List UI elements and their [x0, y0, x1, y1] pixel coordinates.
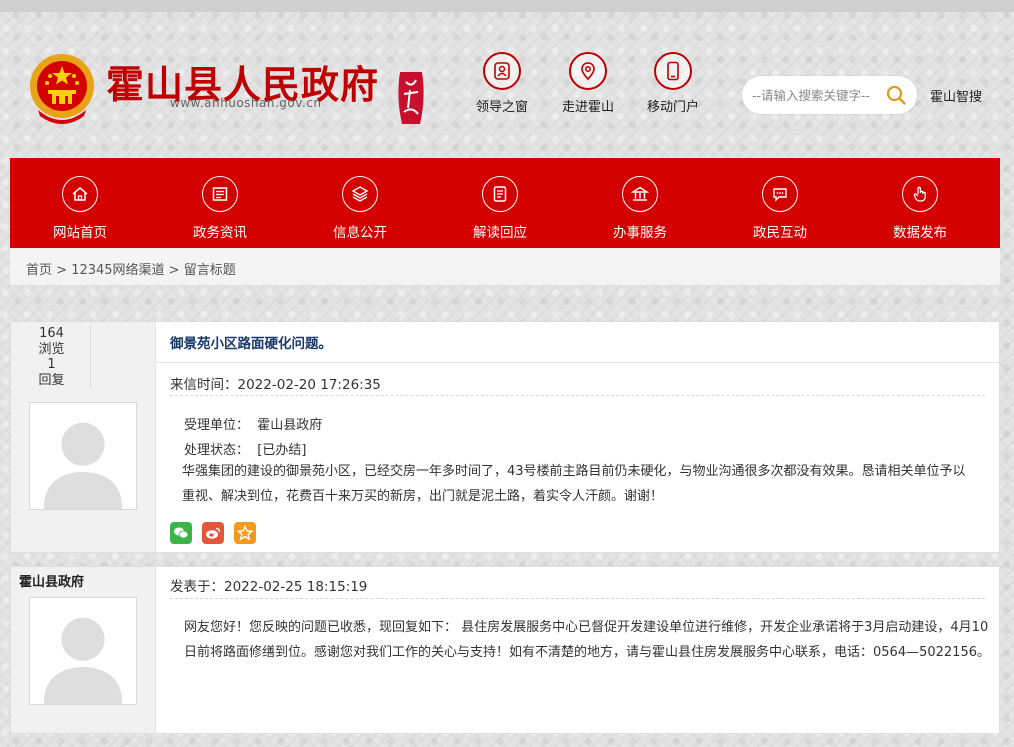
views-count: 164	[39, 326, 64, 341]
message-time: 来信时间：2022-02-20 17:26:35	[170, 377, 381, 393]
divider	[170, 598, 985, 599]
message-subject: 御景苑小区路面硬化问题。	[170, 336, 332, 352]
weibo-icon[interactable]	[202, 522, 224, 544]
message-sidebar: 164 浏览 1 回复	[11, 322, 156, 552]
search-box	[742, 76, 917, 114]
nav-services[interactable]: 办事服务	[590, 158, 690, 248]
reply-panel: 霍山县政府 发表于：2022-02-25 18:15:19 网友您好！您反映的问…	[10, 566, 1000, 734]
location-pin-icon	[569, 52, 607, 90]
top-strip	[0, 0, 1014, 12]
layers-icon	[342, 176, 378, 212]
share-bar	[170, 522, 256, 544]
breadcrumb-current[interactable]: 留言标题	[184, 263, 236, 278]
reply-time: 发表于：2022-02-25 18:15:19	[170, 579, 368, 595]
breadcrumb-channel[interactable]: 12345网络渠道	[71, 263, 164, 278]
replies-label: 回复	[38, 372, 65, 388]
site-url: www.ahhuoshan.gov.cn	[170, 96, 322, 110]
divider	[156, 362, 999, 363]
hand-pointer-icon	[902, 176, 938, 212]
wechat-icon[interactable]	[170, 522, 192, 544]
star-icon[interactable]	[234, 522, 256, 544]
reply-sidebar: 霍山县政府	[11, 567, 156, 733]
site-header: 霍山县人民政府 www.ahhuoshan.gov.cn 领导之窗 走进霍山 移…	[0, 12, 1014, 158]
news-icon	[202, 176, 238, 212]
avatar	[29, 402, 137, 510]
search-icon[interactable]	[885, 84, 907, 106]
nav-home[interactable]: 网站首页	[30, 158, 130, 248]
avatar	[29, 597, 137, 705]
message-content: 华强集团的建设的御景苑小区，已经交房一年多时间了，43号楼前主路目前仍未硬化，与…	[182, 464, 966, 504]
reply-org: 霍山县政府	[19, 575, 85, 590]
chat-icon	[762, 176, 798, 212]
divider	[170, 395, 985, 396]
reply-content: 网友您好！您反映的问题已收悉，现回复如下： 县住房发展服务中心已督促开发建设单位…	[184, 620, 990, 660]
quick-link-mobile[interactable]: 移动门户	[635, 52, 711, 115]
calligraphy-seal-icon	[398, 72, 424, 124]
nav-data-release[interactable]: 数据发布	[870, 158, 970, 248]
document-icon	[482, 176, 518, 212]
mobile-phone-icon	[654, 52, 692, 90]
breadcrumb: 首页 > 12345网络渠道 > 留言标题	[10, 248, 1000, 286]
leader-icon	[483, 52, 521, 90]
handling-status: 处理状态： [已办结]	[184, 443, 307, 458]
quick-link-leaders[interactable]: 领导之窗	[464, 52, 540, 115]
views-label: 浏览	[38, 341, 65, 357]
handling-unit: 受理单位： 霍山县政府	[184, 418, 323, 433]
search-input[interactable]	[752, 85, 884, 105]
main-nav: 网站首页 政务资讯 信息公开 解读回应 办事服务 政民互动 数据发布	[10, 158, 1000, 248]
nav-info-open[interactable]: 信息公开	[310, 158, 410, 248]
zhisou-link[interactable]: 霍山智搜	[930, 86, 982, 105]
home-icon	[62, 176, 98, 212]
breadcrumb-home[interactable]: 首页	[26, 263, 52, 278]
bank-icon	[622, 176, 658, 212]
nav-interpretation[interactable]: 解读回应	[450, 158, 550, 248]
nav-interaction[interactable]: 政民互动	[730, 158, 830, 248]
replies-count: 1	[47, 357, 56, 372]
message-stats: 164 浏览 1 回复	[15, 326, 91, 388]
breadcrumb-separator: >	[164, 263, 184, 278]
message-panel: 164 浏览 1 回复 御景苑小区路面硬化问题。 来信时间：2022-02-20…	[10, 321, 1000, 553]
breadcrumb-separator: >	[52, 263, 72, 278]
nav-news[interactable]: 政务资讯	[170, 158, 270, 248]
quick-link-visit[interactable]: 走进霍山	[550, 52, 626, 115]
national-emblem-icon	[30, 54, 94, 124]
